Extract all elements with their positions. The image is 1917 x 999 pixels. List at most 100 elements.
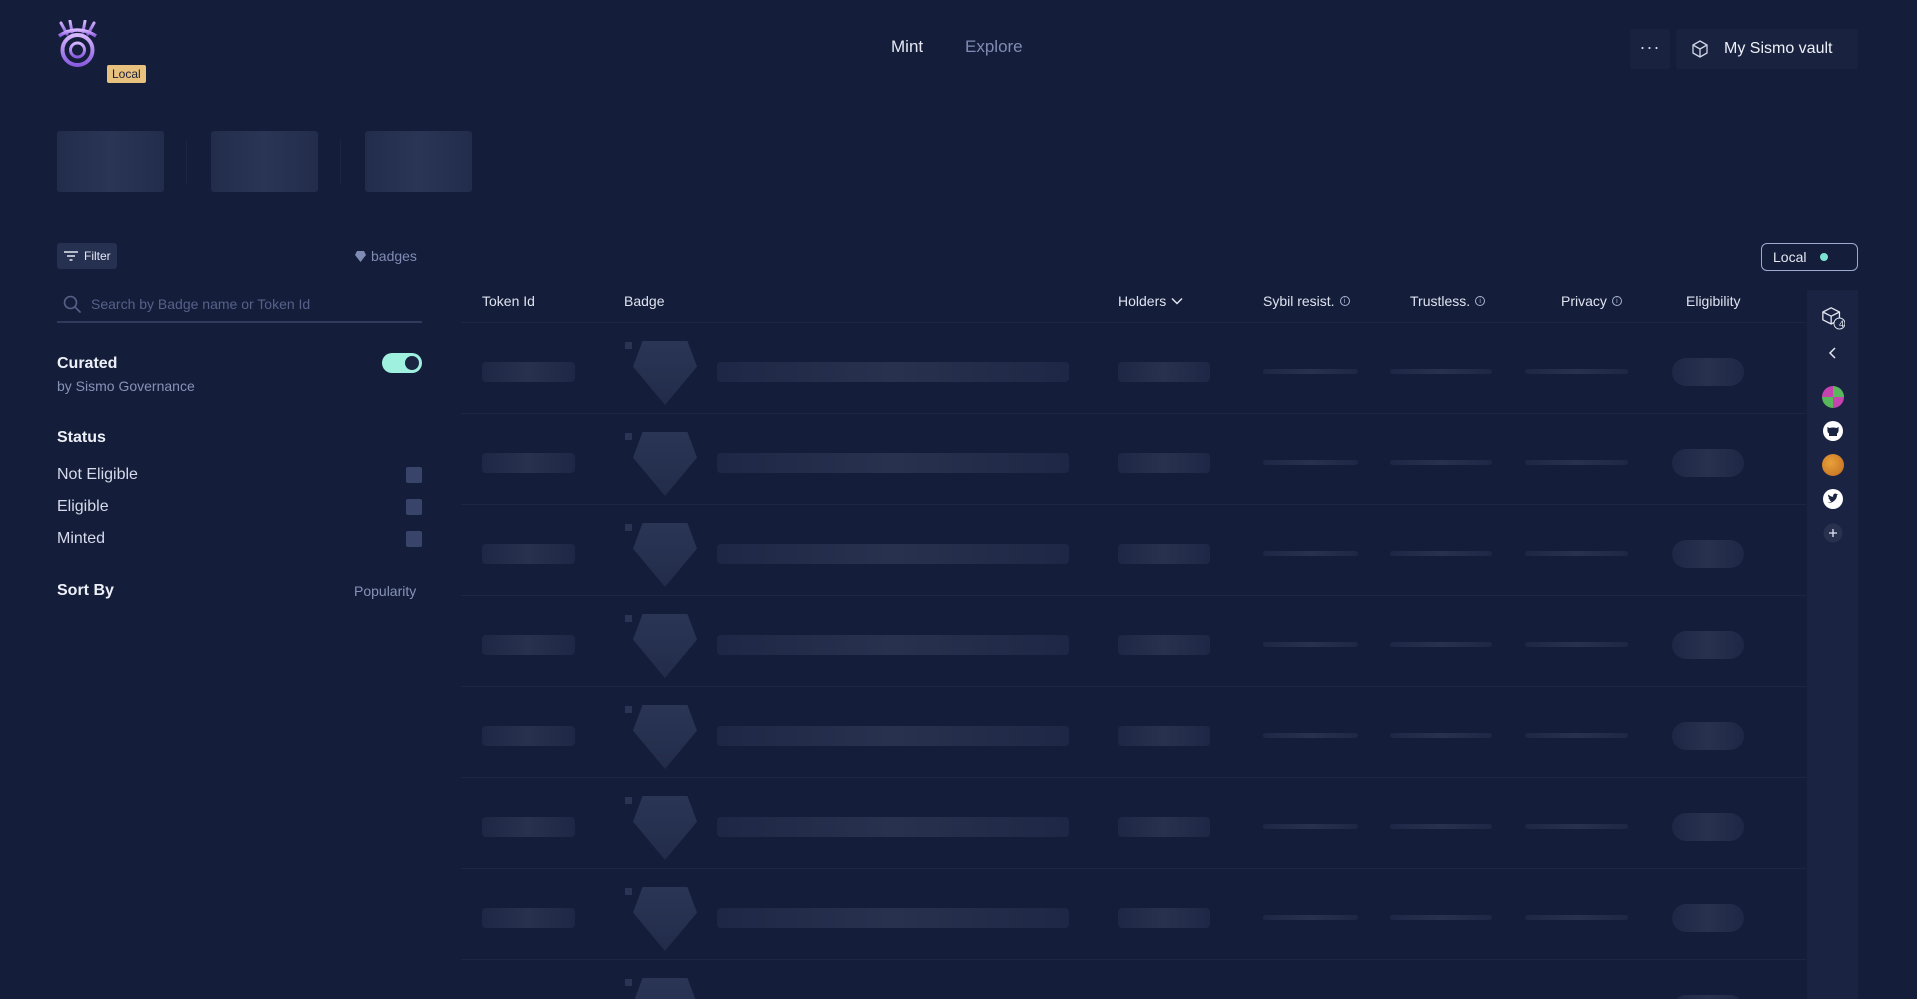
eligibility-skeleton bbox=[1672, 904, 1744, 932]
sybil-skeleton bbox=[1263, 460, 1358, 465]
twitter-icon bbox=[1823, 489, 1843, 509]
privacy-skeleton bbox=[1525, 915, 1628, 920]
chevron-down-icon bbox=[1171, 297, 1183, 305]
my-vault-button[interactable]: My Sismo vault bbox=[1676, 29, 1858, 69]
badge-name-skeleton bbox=[717, 635, 1069, 655]
filter-icon bbox=[64, 251, 78, 261]
badge-name-skeleton bbox=[717, 362, 1069, 382]
eligibility-skeleton bbox=[1672, 722, 1744, 750]
badge-image-skeleton bbox=[633, 796, 697, 860]
sybil-skeleton bbox=[1263, 733, 1358, 738]
badge-shape-icon bbox=[355, 250, 366, 262]
tab-skeleton bbox=[365, 131, 472, 192]
vault-icon[interactable]: 4 bbox=[1821, 306, 1845, 330]
badge-image-skeleton bbox=[633, 341, 697, 405]
sismo-logo[interactable] bbox=[55, 19, 100, 77]
account-avatar-2[interactable] bbox=[1821, 453, 1845, 477]
eligibility-skeleton bbox=[1672, 540, 1744, 568]
sybil-skeleton bbox=[1263, 369, 1358, 374]
row-divider bbox=[461, 959, 1806, 960]
badge-name-skeleton bbox=[717, 453, 1069, 473]
account-avatar-1[interactable] bbox=[1821, 385, 1845, 409]
network-selector[interactable]: Local bbox=[1761, 243, 1858, 271]
tab-separator bbox=[186, 140, 187, 185]
column-eligibility: Eligibility bbox=[1686, 293, 1741, 309]
network-label: Local bbox=[1773, 249, 1807, 265]
info-icon[interactable]: i bbox=[1339, 296, 1350, 306]
account-github[interactable] bbox=[1821, 419, 1845, 443]
sort-by-select[interactable]: Popularity bbox=[354, 583, 416, 599]
search-icon bbox=[63, 295, 81, 313]
chevron-left-icon bbox=[1828, 347, 1836, 359]
row-divider bbox=[461, 868, 1806, 869]
trustless-skeleton bbox=[1390, 824, 1492, 829]
badge-name-skeleton bbox=[717, 726, 1069, 746]
row-divider bbox=[461, 686, 1806, 687]
environment-badge: Local bbox=[107, 65, 146, 83]
badges-count: badges bbox=[355, 248, 417, 264]
column-holders[interactable]: Holders bbox=[1118, 293, 1183, 309]
badge-image-skeleton bbox=[633, 432, 697, 496]
privacy-skeleton bbox=[1525, 642, 1628, 647]
status-option-minted: Minted bbox=[57, 530, 106, 547]
eligibility-skeleton bbox=[1672, 631, 1744, 659]
more-options-button[interactable]: ··· bbox=[1630, 29, 1670, 69]
curated-subtitle: by Sismo Governance bbox=[57, 378, 195, 394]
search-input[interactable] bbox=[91, 296, 411, 312]
account-twitter[interactable] bbox=[1821, 487, 1845, 511]
badge-image-skeleton bbox=[633, 614, 697, 678]
status-title: Status bbox=[57, 429, 106, 446]
github-icon bbox=[1823, 421, 1843, 441]
filter-button[interactable]: Filter bbox=[57, 243, 117, 269]
eligibility-skeleton bbox=[1672, 449, 1744, 477]
holders-skeleton bbox=[1118, 544, 1210, 564]
avatar bbox=[1822, 386, 1844, 408]
nav-mint[interactable]: Mint bbox=[891, 37, 923, 57]
token-id-skeleton bbox=[482, 544, 575, 564]
tab-skeleton bbox=[57, 131, 164, 192]
column-token-id: Token Id bbox=[482, 293, 535, 309]
trustless-skeleton bbox=[1390, 551, 1492, 556]
holders-skeleton bbox=[1118, 817, 1210, 837]
toggle-knob bbox=[405, 356, 419, 370]
row-divider bbox=[461, 595, 1806, 596]
nav-explore[interactable]: Explore bbox=[965, 37, 1023, 57]
collapse-rail-button[interactable] bbox=[1821, 341, 1845, 365]
holders-skeleton bbox=[1118, 726, 1210, 746]
checkbox-not-eligible[interactable] bbox=[406, 467, 422, 483]
privacy-skeleton bbox=[1525, 824, 1628, 829]
badge-name-skeleton bbox=[717, 908, 1069, 928]
search-field[interactable] bbox=[57, 287, 422, 323]
holders-skeleton bbox=[1118, 908, 1210, 928]
badge-marker-skeleton bbox=[625, 706, 632, 713]
token-id-skeleton bbox=[482, 453, 575, 473]
trustless-skeleton bbox=[1390, 369, 1492, 374]
checkbox-eligible[interactable] bbox=[406, 499, 422, 515]
column-trustless: Trustless. i bbox=[1410, 293, 1486, 309]
info-icon[interactable]: i bbox=[1475, 296, 1486, 306]
add-account-button[interactable] bbox=[1821, 521, 1845, 545]
eligibility-skeleton bbox=[1672, 813, 1744, 841]
status-option-not-eligible: Not Eligible bbox=[57, 466, 138, 483]
sismo-eye-icon bbox=[58, 19, 97, 77]
token-id-skeleton bbox=[482, 726, 575, 746]
holders-skeleton bbox=[1118, 453, 1210, 473]
holders-skeleton bbox=[1118, 362, 1210, 382]
trustless-skeleton bbox=[1390, 642, 1492, 647]
info-icon[interactable]: i bbox=[1611, 296, 1622, 306]
checkbox-minted[interactable] bbox=[406, 531, 422, 547]
trustless-skeleton bbox=[1390, 460, 1492, 465]
token-id-skeleton bbox=[482, 908, 575, 928]
column-badge: Badge bbox=[624, 293, 665, 309]
tab-skeleton bbox=[211, 131, 318, 192]
vault-count: 4 bbox=[1839, 319, 1845, 329]
status-option-eligible: Eligible bbox=[57, 498, 109, 515]
curated-title: Curated bbox=[57, 355, 118, 372]
tab-separator bbox=[340, 140, 341, 185]
badge-marker-skeleton bbox=[625, 797, 632, 804]
curated-toggle[interactable] bbox=[382, 353, 422, 373]
badge-marker-skeleton bbox=[625, 615, 632, 622]
row-divider bbox=[461, 504, 1806, 505]
badge-image-skeleton bbox=[633, 978, 697, 999]
privacy-skeleton bbox=[1525, 460, 1628, 465]
